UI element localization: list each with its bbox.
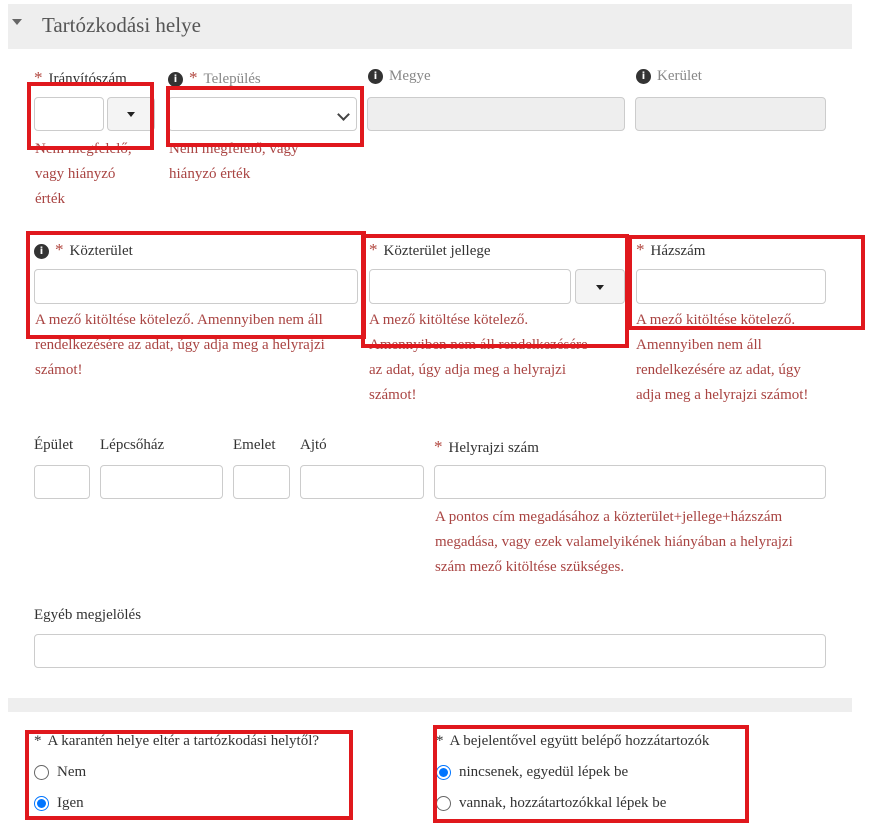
required-asterisk: * — [189, 68, 198, 87]
city-label: i * Település — [168, 68, 261, 88]
section-title: Tartózkodási helye — [42, 13, 201, 37]
county-input — [367, 97, 625, 131]
parcel-number-label: * Helyrajzi szám — [434, 437, 539, 456]
floor-label: Emelet — [233, 437, 276, 453]
section-divider — [8, 698, 852, 712]
info-icon[interactable]: i — [368, 69, 383, 85]
door-label: Ajtó — [300, 437, 327, 453]
district-label: i Kerület — [636, 68, 702, 85]
other-designation-input[interactable] — [34, 634, 826, 668]
highlight-box-city — [166, 86, 364, 147]
parcel-number-error: A pontos cím megadásához a közterület+je… — [435, 509, 793, 575]
required-asterisk: * — [434, 437, 443, 456]
highlight-box-dependents — [433, 725, 749, 823]
other-designation-label: Egyéb megjelölés — [34, 607, 142, 623]
caret-down-icon[interactable] — [12, 19, 22, 25]
highlight-box-quarantine — [25, 730, 353, 820]
parcel-number-input[interactable] — [434, 465, 826, 499]
highlight-box-postcode — [27, 82, 154, 150]
info-icon[interactable]: i — [168, 72, 183, 88]
door-input[interactable] — [300, 465, 424, 499]
building-label: Épület — [34, 437, 74, 453]
highlight-box-house-number — [628, 235, 865, 330]
county-label: i Megye — [368, 68, 431, 85]
staircase-label: Lépcsőház — [100, 437, 165, 453]
highlight-box-street — [26, 231, 366, 339]
staircase-input[interactable] — [100, 465, 223, 499]
info-icon[interactable]: i — [636, 69, 651, 85]
building-input[interactable] — [34, 465, 90, 499]
floor-input[interactable] — [233, 465, 290, 499]
district-input — [635, 97, 826, 131]
highlight-box-street-type — [361, 234, 629, 348]
